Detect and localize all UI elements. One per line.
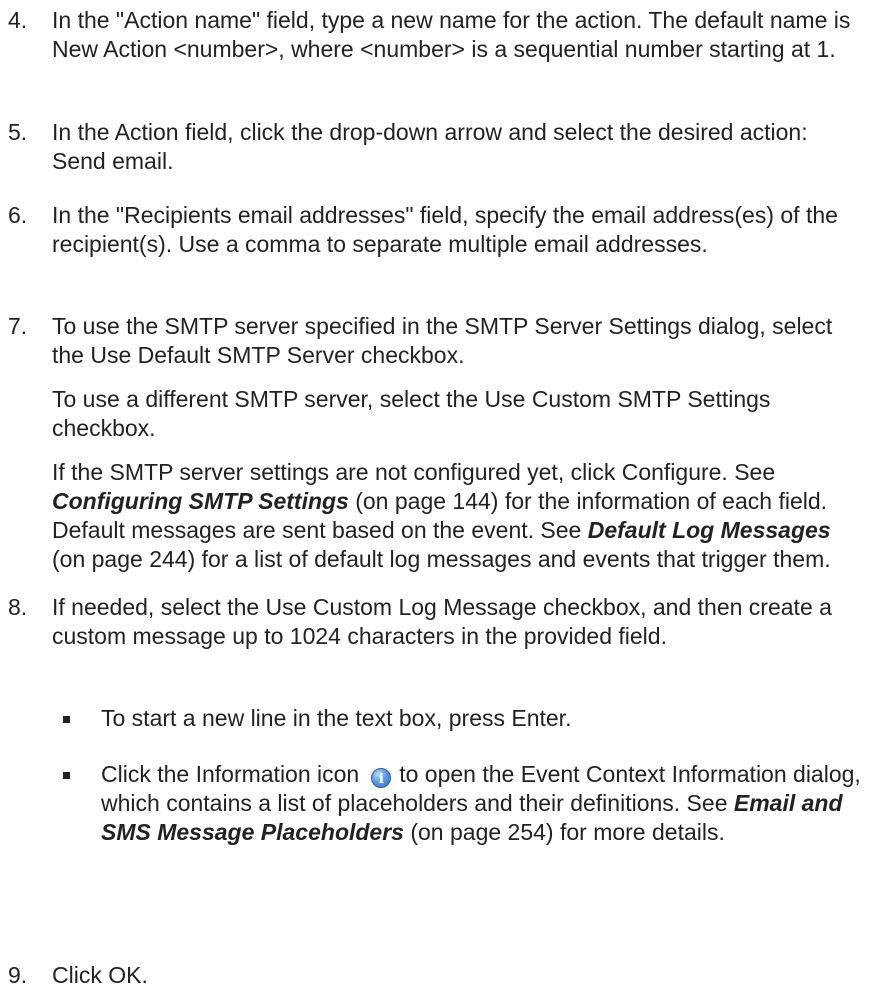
step-number: 7.: [8, 313, 28, 339]
step-body: In the "Action name" field, type a new n…: [52, 6, 860, 64]
text-run: Click the Information icon: [101, 761, 360, 787]
step-body: Click OK.: [52, 961, 860, 990]
step-number: 6.: [8, 202, 28, 228]
text-run: (on page 244) for a list of default log …: [52, 546, 831, 572]
step-text: In the Action field, click the drop-down…: [52, 119, 808, 174]
step-text: In the "Action name" field, type a new n…: [52, 7, 851, 62]
xref-default-log-messages[interactable]: Default Log Messages: [588, 517, 831, 543]
step-body: In the "Recipients email addresses" fiel…: [52, 201, 860, 259]
step-text: In the "Recipients email addresses" fiel…: [52, 202, 838, 257]
step-text: Click OK.: [52, 962, 148, 988]
text-run: (on page 254) for more details.: [403, 819, 725, 845]
bullet-text: To start a new line in the text box, pre…: [101, 705, 572, 731]
text-run: If the SMTP server settings are not conf…: [52, 459, 776, 485]
step-body: In the Action field, click the drop-down…: [52, 118, 860, 176]
step-text: To use a different SMTP server, select t…: [52, 386, 771, 441]
step-body: To use the SMTP server specified in the …: [52, 312, 860, 574]
step-body: If needed, select the Use Custom Log Mes…: [52, 593, 860, 651]
info-icon: i: [371, 768, 392, 788]
step-text: If needed, select the Use Custom Log Mes…: [52, 594, 832, 649]
step-number: 5.: [8, 119, 28, 145]
step-text: To use the SMTP server specified in the …: [52, 313, 833, 368]
step-number: 4.: [8, 7, 28, 33]
step-number: 8.: [8, 594, 28, 620]
step-text-configure: If the SMTP server settings are not conf…: [52, 458, 860, 574]
square-bullet-icon: [63, 716, 70, 723]
bullet-text: Click the Information icon i to open the E…: [101, 760, 861, 847]
square-bullet-icon: [63, 772, 70, 779]
step-number: 9.: [8, 962, 28, 988]
xref-configuring-smtp-settings[interactable]: Configuring SMTP Settings: [52, 488, 349, 514]
